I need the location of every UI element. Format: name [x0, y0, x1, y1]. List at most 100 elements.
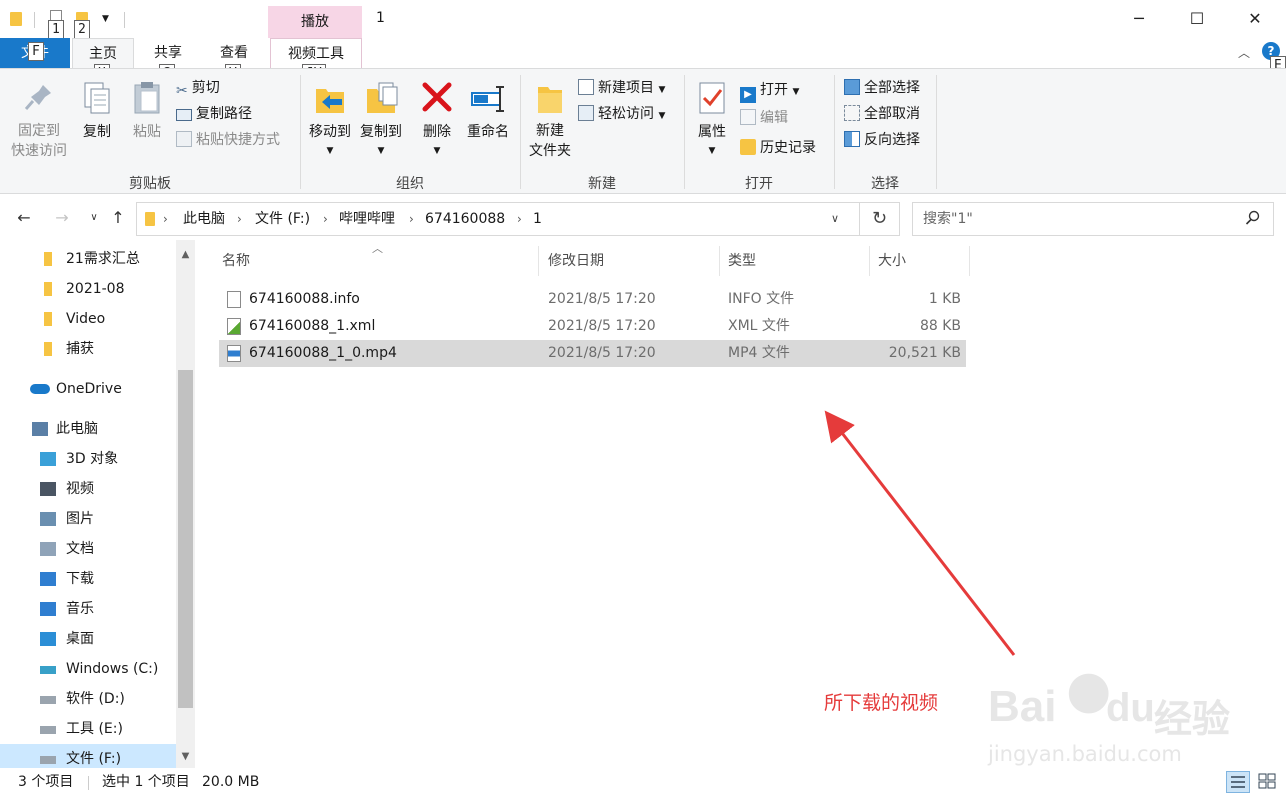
scroll-up-icon[interactable]: ▲	[176, 246, 195, 264]
file-row[interactable]: 674160088.info 2021/8/5 17:20 INFO 文件 1 KB	[219, 286, 966, 313]
nav-item[interactable]: 软件 (D:)	[0, 684, 176, 714]
paste-shortcut-button[interactable]: 粘贴快捷方式	[176, 129, 280, 151]
nav-item[interactable]: 图片	[0, 504, 176, 534]
nav-item[interactable]: OneDrive	[0, 374, 176, 404]
scroll-down-icon[interactable]: ▼	[176, 748, 195, 766]
nav-item[interactable]: 文件 (F:)	[0, 744, 176, 768]
paste-button[interactable]: 粘贴	[126, 79, 168, 141]
nav-item[interactable]: 21需求汇总	[0, 244, 176, 274]
customize-toolbar-icon[interactable]: ▼	[102, 14, 109, 24]
maximize-button[interactable]: ☐	[1168, 0, 1226, 38]
ribbon-tab-row: 文件 F 主页 H 共享 S 查看 V 视频工具 JV ︿ ? E	[0, 38, 1286, 83]
cut-label: 剪切	[191, 80, 220, 96]
breadcrumb-folder-id[interactable]: 674160088	[425, 203, 505, 235]
refresh-button[interactable]: ↻	[860, 202, 900, 236]
close-button[interactable]: ✕	[1226, 0, 1284, 38]
drive-icon	[40, 696, 56, 704]
pin-quick-access-button[interactable]: 固定到 快速访问	[6, 79, 72, 161]
forward-button[interactable]: →	[50, 206, 74, 230]
column-header-date[interactable]: 修改日期	[548, 246, 604, 276]
breadcrumb-separator[interactable]: ›	[237, 203, 242, 235]
collapse-ribbon-icon[interactable]: ︿	[1238, 44, 1250, 61]
nav-item[interactable]: Video	[0, 304, 176, 334]
history-icon	[740, 139, 756, 155]
select-all-button[interactable]: 全部选择	[844, 77, 920, 99]
properties-check-icon	[694, 79, 730, 117]
select-none-button[interactable]: 全部取消	[844, 103, 920, 125]
file-type: XML 文件	[728, 318, 790, 334]
nav-item[interactable]: 桌面	[0, 624, 176, 654]
large-icons-view-button[interactable]	[1256, 771, 1280, 793]
nav-item[interactable]: Windows (C:)	[0, 654, 176, 684]
copy-button[interactable]: 复制	[76, 79, 118, 141]
delete-button[interactable]: 删除 ▼	[416, 79, 458, 157]
recent-locations-chevron-icon[interactable]: ∨	[82, 206, 106, 230]
file-icon	[227, 291, 241, 308]
nav-item[interactable]: 文档	[0, 534, 176, 564]
folder-icon	[44, 312, 52, 326]
keytip-qa1: 1	[48, 20, 64, 39]
nav-item[interactable]: 2021-08	[0, 274, 176, 304]
properties-button[interactable]: 属性 ▼	[690, 79, 734, 157]
watermark-cn: 经验	[1154, 697, 1231, 741]
breadcrumb-drive-f[interactable]: 文件 (F:)	[255, 203, 310, 235]
breadcrumb-separator[interactable]: ›	[409, 203, 414, 235]
easy-access-button[interactable]: 轻松访问 ▼	[578, 103, 665, 125]
open-button[interactable]: ▶ 打开 ▼	[740, 79, 799, 103]
back-button[interactable]: ←	[12, 206, 36, 230]
edit-button[interactable]: 编辑	[740, 107, 788, 129]
nav-item-label: 21需求汇总	[66, 251, 140, 267]
context-tab-play[interactable]: 播放	[268, 6, 362, 38]
nav-item[interactable]: 下载	[0, 564, 176, 594]
nav-scroll-thumb[interactable]	[178, 370, 193, 708]
nav-item-label: 捕获	[66, 341, 94, 357]
new-item-button[interactable]: 新建项目 ▼	[578, 77, 665, 99]
minimize-button[interactable]: ─	[1110, 0, 1168, 38]
nav-scrollbar[interactable]: ▲ ▼	[176, 240, 195, 768]
breadcrumb-separator[interactable]: ›	[517, 203, 522, 235]
nav-item[interactable]: 工具 (E:)	[0, 714, 176, 744]
new-folder-button[interactable]: 新建 文件夹	[524, 79, 576, 161]
file-size: 88 KB	[919, 318, 961, 334]
file-row[interactable]: 674160088_1_0.mp4 2021/8/5 17:20 MP4 文件 20,…	[219, 340, 966, 367]
drive-c-icon	[40, 666, 56, 674]
search-input[interactable]: 搜索"1"	[912, 202, 1274, 236]
nav-item-label: Windows (C:)	[66, 661, 159, 677]
paste-icon	[129, 79, 165, 117]
nav-item[interactable]: 捕获	[0, 334, 176, 364]
column-header-size[interactable]: 大小	[878, 246, 906, 276]
column-separator[interactable]	[719, 246, 720, 276]
up-button[interactable]: ↑	[106, 206, 130, 230]
paste-shortcut-icon	[176, 131, 192, 147]
file-row[interactable]: 674160088_1.xml 2021/8/5 17:20 XML 文件 88 KB	[219, 313, 966, 340]
breadcrumb-this-pc[interactable]: 此电脑	[183, 203, 225, 235]
column-header-name[interactable]: 名称	[222, 246, 250, 276]
video-file-icon	[227, 345, 241, 362]
rename-button[interactable]: 重命名	[462, 79, 514, 141]
details-view-button[interactable]	[1226, 771, 1250, 793]
nav-item[interactable]: 此电脑	[0, 414, 176, 444]
cut-button[interactable]: ✂ 剪切	[176, 77, 220, 99]
move-to-button[interactable]: 移动到 ▼	[304, 79, 356, 157]
copy-path-button[interactable]: 复制路径	[176, 103, 252, 125]
copy-to-button[interactable]: 复制到 ▼	[356, 79, 406, 157]
column-separator[interactable]	[969, 246, 970, 276]
breadcrumb-separator[interactable]: ›	[163, 203, 168, 235]
keytip-qa2: 2	[74, 20, 90, 39]
breadcrumb-bilibili[interactable]: 哔哩哔哩	[339, 203, 395, 235]
nav-item[interactable]: 音乐	[0, 594, 176, 624]
group-label-select: 选择	[871, 176, 899, 192]
invert-selection-button[interactable]: 反向选择	[844, 129, 920, 151]
breadcrumb-current[interactable]: 1	[533, 203, 542, 235]
annotation-text: 所下载的视频	[824, 692, 939, 714]
column-separator[interactable]	[538, 246, 539, 276]
history-button[interactable]: 历史记录	[740, 137, 816, 159]
address-dropdown-chevron-icon[interactable]: ∨	[831, 203, 839, 235]
breadcrumb-separator[interactable]: ›	[323, 203, 328, 235]
column-header-type[interactable]: 类型	[728, 246, 756, 276]
address-bar[interactable]: › 此电脑 › 文件 (F:) › 哔哩哔哩 › 674160088 › 1 ∨	[136, 202, 860, 236]
group-label-organize: 组织	[396, 176, 424, 192]
column-separator[interactable]	[869, 246, 870, 276]
nav-item[interactable]: 3D 对象	[0, 444, 176, 474]
nav-item[interactable]: 视频	[0, 474, 176, 504]
